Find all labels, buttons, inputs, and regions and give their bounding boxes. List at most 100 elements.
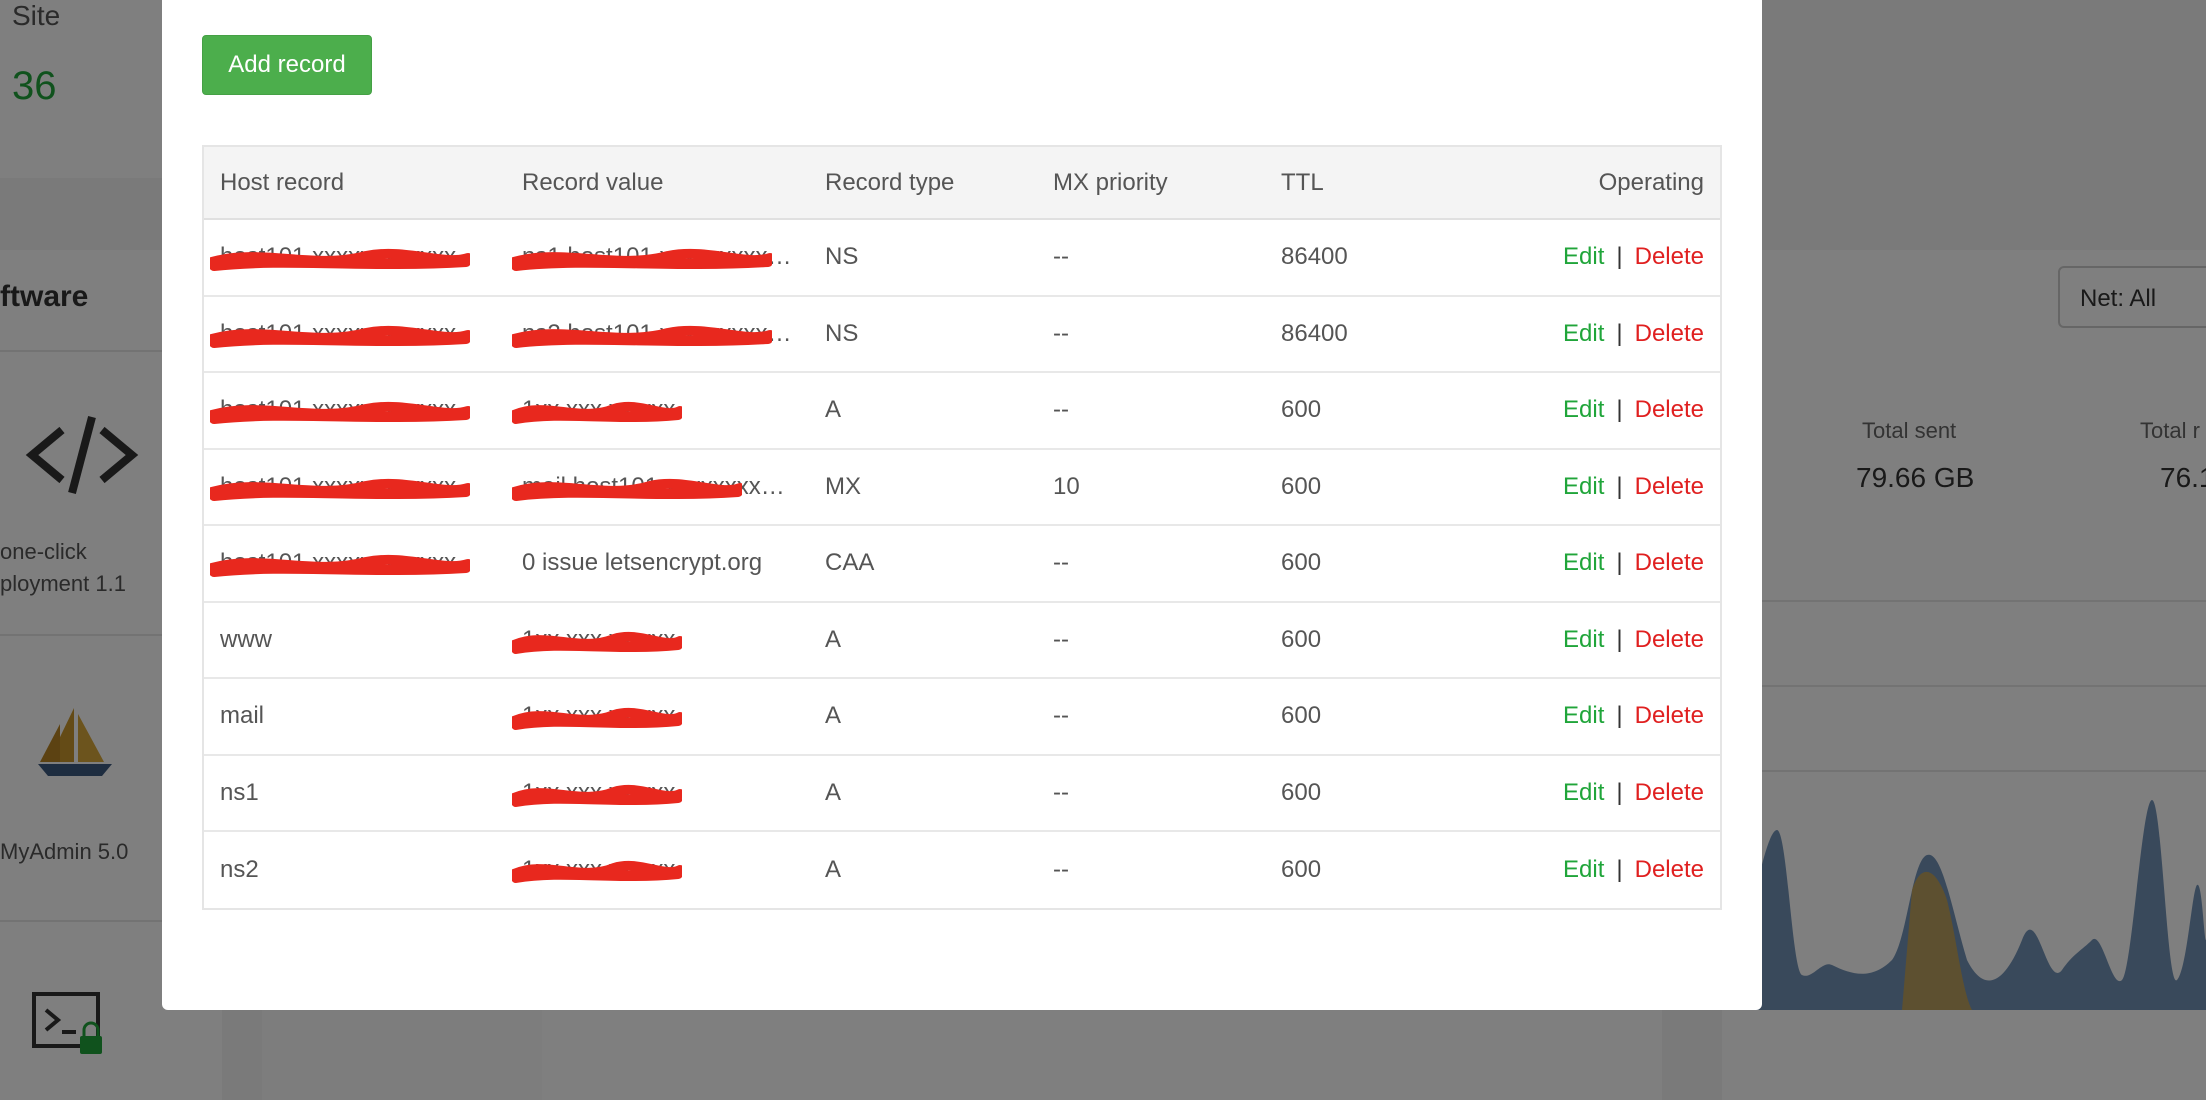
ttl-cell: 600 bbox=[1265, 525, 1465, 602]
record-value-cell: 0 issue letsencrypt.org bbox=[506, 525, 809, 602]
record-type-cell-text: A bbox=[825, 778, 842, 806]
ttl-cell: 600 bbox=[1265, 449, 1465, 526]
edit-link[interactable]: Edit bbox=[1563, 473, 1604, 500]
header-record-type: Record type bbox=[825, 168, 955, 196]
record-value-cell-text: 1xx.xxx.xx.xxx bbox=[522, 625, 676, 653]
mx-priority-cell-text: 10 bbox=[1053, 472, 1080, 500]
record-value-cell-text: 1xx.xxx.xx.xxx bbox=[522, 778, 676, 806]
record-type-cell: A bbox=[809, 831, 1037, 908]
record-type-cell-text: A bbox=[825, 625, 842, 653]
record-type-cell: MX bbox=[809, 449, 1037, 526]
add-record-button[interactable]: Add record bbox=[202, 35, 372, 95]
host-record-cell: host101.xxxxxxxxxxxx bbox=[204, 525, 506, 602]
table-header-row: Host record Record value Record type MX … bbox=[204, 147, 1720, 219]
table-row: www 1xx.xxx.xx.xxx A -- 600 Edit | Delete bbox=[204, 601, 1720, 679]
record-type-cell-text: MX bbox=[825, 472, 861, 500]
ttl-cell: 600 bbox=[1265, 602, 1465, 679]
delete-link[interactable]: Delete bbox=[1635, 626, 1704, 653]
edit-link[interactable]: Edit bbox=[1563, 702, 1604, 729]
mx-priority-cell: -- bbox=[1037, 372, 1265, 449]
table-row: ns2 1xx.xxx.xx.xxx A -- 600 Edit | Delete bbox=[204, 831, 1720, 908]
table-row: host101.xxxxxxxxxxxx ns1.host101.xxxxxxxx… bbox=[204, 219, 1720, 296]
host-record-cell-text: ns1 bbox=[220, 778, 259, 806]
edit-link[interactable]: Edit bbox=[1563, 243, 1604, 270]
record-value-cell: ns1.host101.xxxxxxxxxxxt... bbox=[506, 219, 809, 296]
edit-link[interactable]: Edit bbox=[1563, 549, 1604, 576]
record-value-cell: 1xx.xxx.xx.xxx bbox=[506, 372, 809, 449]
ttl-cell-text: 600 bbox=[1281, 625, 1322, 653]
record-type-cell-text: A bbox=[825, 855, 842, 883]
mx-priority-cell: -- bbox=[1037, 755, 1265, 832]
ttl-cell-text: 600 bbox=[1281, 472, 1322, 500]
dns-records-modal: Add record Host record Record value Reco… bbox=[162, 0, 1762, 1010]
separator: | bbox=[1616, 396, 1623, 424]
host-record-cell: host101.xxxxxxxxxxxx bbox=[204, 296, 506, 373]
delete-link[interactable]: Delete bbox=[1635, 243, 1704, 270]
edit-link[interactable]: Edit bbox=[1563, 779, 1604, 806]
record-value-cell-text: ns1.host101.xxxxxxxxxxxt... bbox=[522, 243, 809, 271]
ttl-cell: 600 bbox=[1265, 678, 1465, 755]
mx-priority-cell-text: -- bbox=[1053, 625, 1069, 653]
separator: | bbox=[1616, 549, 1623, 577]
delete-link[interactable]: Delete bbox=[1635, 702, 1704, 729]
separator: | bbox=[1616, 472, 1623, 500]
ttl-cell-text: 600 bbox=[1281, 396, 1322, 424]
separator: | bbox=[1616, 778, 1623, 806]
host-record-cell-text: host101.xxxxxxxxxxxx bbox=[220, 549, 457, 577]
edit-link[interactable]: Edit bbox=[1563, 396, 1604, 423]
delete-link[interactable]: Delete bbox=[1635, 779, 1704, 806]
delete-link[interactable]: Delete bbox=[1635, 549, 1704, 576]
mx-priority-cell-text: -- bbox=[1053, 778, 1069, 806]
mx-priority-cell: 10 bbox=[1037, 449, 1265, 526]
edit-link[interactable]: Edit bbox=[1563, 626, 1604, 653]
mx-priority-cell: -- bbox=[1037, 296, 1265, 373]
mx-priority-cell-text: -- bbox=[1053, 319, 1069, 347]
mx-priority-cell: -- bbox=[1037, 831, 1265, 908]
host-record-cell-text: host101.xxxxxxxxxxxx bbox=[220, 319, 457, 347]
edit-link[interactable]: Edit bbox=[1563, 856, 1604, 883]
record-type-cell: NS bbox=[809, 219, 1037, 296]
ttl-cell-text: 600 bbox=[1281, 702, 1322, 730]
delete-link[interactable]: Delete bbox=[1635, 856, 1704, 883]
separator: | bbox=[1616, 625, 1623, 653]
header-host-record: Host record bbox=[220, 168, 345, 196]
host-record-cell-text: www bbox=[220, 625, 272, 653]
record-value-cell-text: mail.host101.xxxxxxxxxx... bbox=[522, 472, 805, 500]
record-type-cell: CAA bbox=[809, 525, 1037, 602]
separator: | bbox=[1616, 855, 1623, 883]
host-record-cell: mail bbox=[204, 678, 506, 755]
table-row: host101.xxxxxxxxxxxx 0 issue letsencrypt.… bbox=[204, 525, 1720, 602]
record-value-cell: 1xx.xxx.xx.xxx bbox=[506, 602, 809, 679]
host-record-cell: host101.xxxxxxxxxxxx bbox=[204, 449, 506, 526]
operating-cell: Edit | Delete bbox=[1465, 831, 1720, 908]
table-row: mail 1xx.xxx.xx.xxx A -- 600 Edit | Delete bbox=[204, 678, 1720, 755]
record-type-cell: A bbox=[809, 602, 1037, 679]
dns-records-table: Host record Record value Record type MX … bbox=[202, 145, 1722, 910]
delete-link[interactable]: Delete bbox=[1635, 473, 1704, 500]
ttl-cell: 600 bbox=[1265, 831, 1465, 908]
host-record-cell: www bbox=[204, 602, 506, 679]
record-type-cell: NS bbox=[809, 296, 1037, 373]
record-value-cell: 1xx.xxx.xx.xxx bbox=[506, 755, 809, 832]
record-value-cell: 1xx.xxx.xx.xxx bbox=[506, 678, 809, 755]
operating-cell: Edit | Delete bbox=[1465, 296, 1720, 373]
delete-link[interactable]: Delete bbox=[1635, 320, 1704, 347]
ttl-cell: 86400 bbox=[1265, 219, 1465, 296]
edit-link[interactable]: Edit bbox=[1563, 320, 1604, 347]
header-record-value: Record value bbox=[522, 168, 664, 196]
ttl-cell: 86400 bbox=[1265, 296, 1465, 373]
ttl-cell-text: 86400 bbox=[1281, 319, 1348, 347]
ttl-cell: 600 bbox=[1265, 755, 1465, 832]
mx-priority-cell-text: -- bbox=[1053, 243, 1069, 271]
record-type-cell-text: CAA bbox=[825, 549, 875, 577]
ttl-cell: 600 bbox=[1265, 372, 1465, 449]
table-row: host101.xxxxxxxxxxxx ns2.host101.xxxxxxxx… bbox=[204, 295, 1720, 373]
ttl-cell-text: 600 bbox=[1281, 778, 1322, 806]
delete-link[interactable]: Delete bbox=[1635, 396, 1704, 423]
separator: | bbox=[1616, 702, 1623, 730]
mx-priority-cell: -- bbox=[1037, 602, 1265, 679]
record-value-cell-text: 1xx.xxx.xx.xxx bbox=[522, 702, 676, 730]
host-record-cell-text: host101.xxxxxxxxxxxx bbox=[220, 472, 457, 500]
operating-cell: Edit | Delete bbox=[1465, 755, 1720, 832]
mx-priority-cell: -- bbox=[1037, 219, 1265, 296]
